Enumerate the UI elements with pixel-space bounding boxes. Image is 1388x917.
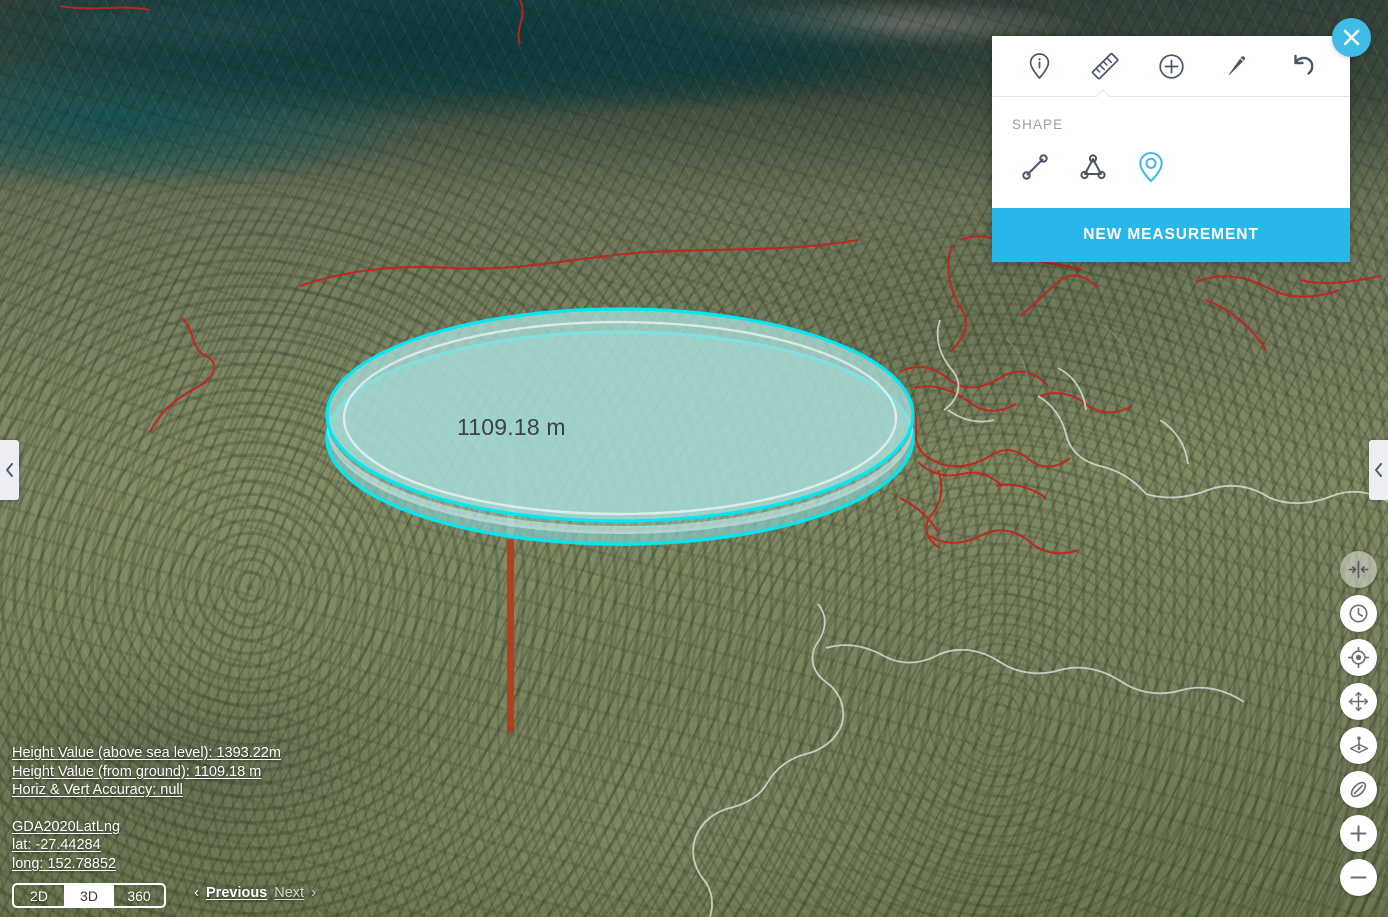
zoom-in-button[interactable]: [1340, 815, 1377, 852]
previous-chevron-icon[interactable]: ‹: [194, 884, 199, 901]
tab-undo[interactable]: [1280, 43, 1326, 89]
left-panel-collapse-tab[interactable]: [0, 440, 19, 500]
point-info-readout: Height Value (above sea level): 1393.22m…: [12, 744, 281, 874]
plus-icon: [1349, 824, 1368, 843]
tab-edit[interactable]: [1214, 43, 1260, 89]
close-icon: [1343, 29, 1360, 46]
clock-icon: [1348, 603, 1369, 624]
minus-icon: [1349, 868, 1368, 887]
map-viewer[interactable]: 1109.18 m: [0, 0, 1388, 917]
compass-button[interactable]: [1340, 771, 1377, 808]
line-shape-icon: [1020, 152, 1050, 182]
polygon-shape-icon: [1078, 152, 1108, 182]
pencil-icon: [1224, 53, 1250, 79]
shape-option-point[interactable]: [1132, 148, 1170, 186]
compass-icon: [1348, 779, 1369, 800]
previous-button[interactable]: Previous: [206, 885, 267, 901]
shape-section-label: SHAPE: [1012, 117, 1330, 132]
view-mode-360[interactable]: 360: [114, 885, 164, 906]
pan-button[interactable]: [1340, 683, 1377, 720]
measurement-value-label: 1109.18 m: [457, 414, 566, 441]
tab-info[interactable]: [1016, 43, 1062, 89]
datum-label: GDA2020LatLng: [12, 818, 281, 837]
next-chevron-icon[interactable]: ›: [311, 884, 316, 901]
latitude-value: lat: -27.44284: [12, 836, 281, 855]
panel-body: SHAPE: [992, 97, 1350, 208]
four-arrows-icon: [1348, 691, 1369, 712]
locate-button[interactable]: [1340, 639, 1377, 676]
ruler-icon: [1090, 51, 1120, 81]
zoom-out-button[interactable]: [1340, 859, 1377, 896]
tab-add[interactable]: [1148, 43, 1194, 89]
height-above-sea-level: Height Value (above sea level): 1393.22m: [12, 744, 281, 763]
view-mode-3d[interactable]: 3D: [64, 885, 114, 906]
new-measurement-button[interactable]: NEW MEASUREMENT: [992, 208, 1350, 262]
tilt-plane-icon: [1348, 735, 1370, 757]
info-spacer: [12, 800, 281, 818]
shape-option-polygon[interactable]: [1074, 148, 1112, 186]
next-button[interactable]: Next: [274, 885, 304, 901]
target-icon: [1348, 647, 1369, 668]
right-panel-collapse-tab[interactable]: [1369, 440, 1388, 500]
view-mode-2d[interactable]: 2D: [14, 885, 64, 906]
record-pager[interactable]: ‹ Previous Next ›: [194, 884, 316, 901]
map-tools-toolbar[interactable]: [1340, 551, 1377, 896]
panel-tab-bar[interactable]: [992, 36, 1350, 96]
point-shape-icon: [1137, 151, 1165, 183]
longitude-value: long: 152.78852: [12, 855, 281, 874]
chevron-left-icon: [1374, 463, 1383, 477]
undo-icon: [1289, 52, 1317, 80]
shape-option-line[interactable]: [1016, 148, 1054, 186]
close-panel-button[interactable]: [1332, 18, 1371, 57]
height-from-ground: Height Value (from ground): 1109.18 m: [12, 763, 281, 782]
chevron-left-icon: [5, 463, 14, 477]
accuracy-value: Horiz & Vert Accuracy: null: [12, 781, 281, 800]
measurement-cylinder[interactable]: [320, 300, 920, 555]
history-button[interactable]: [1340, 595, 1377, 632]
view-mode-toggle[interactable]: 2D 3D 360: [12, 883, 166, 908]
shape-option-row[interactable]: [1012, 148, 1330, 186]
tilt-button[interactable]: [1340, 727, 1377, 764]
panel-tab-divider: [992, 96, 1350, 97]
fit-horizontal-icon: [1348, 559, 1369, 580]
fit-horizontal-button[interactable]: [1340, 551, 1377, 588]
info-pin-icon: [1027, 52, 1052, 80]
plus-circle-icon: [1158, 53, 1185, 80]
measurement-panel[interactable]: SHAPE: [992, 36, 1350, 262]
tab-measure[interactable]: [1082, 43, 1128, 89]
